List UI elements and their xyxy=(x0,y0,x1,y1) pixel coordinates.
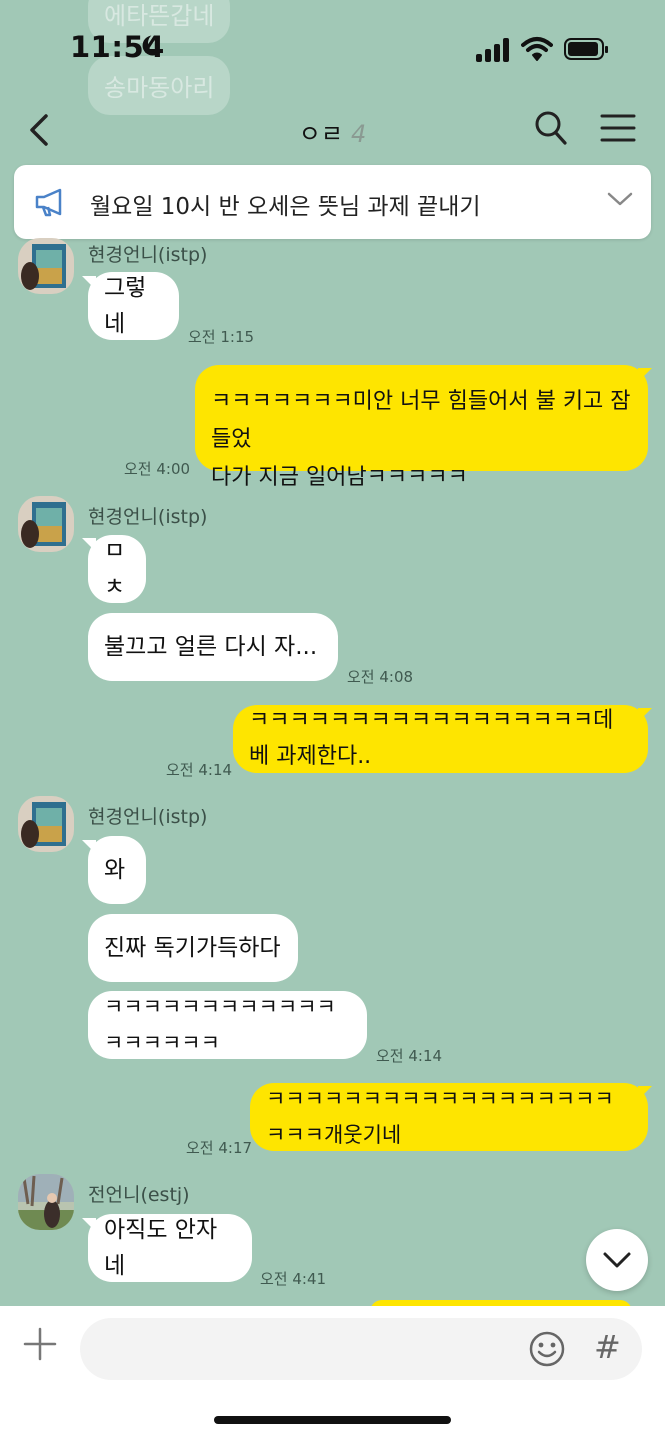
home-indicator xyxy=(214,1416,451,1424)
message-line: ㅋㅋㅋㅋㅋㅋㅋ미안 너무 힘들어서 불 키고 잠들었 xyxy=(211,389,631,452)
menu-icon[interactable] xyxy=(600,110,636,146)
sender-name: 전언니(estj) xyxy=(88,1184,190,1206)
scroll-to-bottom-button[interactable] xyxy=(586,1229,648,1291)
message-time: 오전 4:08 xyxy=(347,668,414,686)
hashtag-button[interactable]: # xyxy=(594,1328,621,1366)
sender-name: 현경언니(istp) xyxy=(88,244,208,266)
message-bubble[interactable]: 와 xyxy=(88,836,146,904)
message-input[interactable]: # xyxy=(80,1318,642,1380)
message-line: 다가 지금 일어남ㅋㅋㅋㅋㅋ xyxy=(211,465,468,490)
message-time: 오전 4:14 xyxy=(166,761,233,779)
status-bar: 11:54 xyxy=(0,0,665,100)
message-time: 오전 4:14 xyxy=(376,1047,443,1065)
emoji-icon[interactable] xyxy=(528,1330,566,1368)
message-time: 오전 4:41 xyxy=(260,1270,327,1288)
message-input-bar: # xyxy=(0,1306,665,1440)
my-message-bubble[interactable]: ㅋㅋㅋㅋㅋㅋㅋ미안 너무 힘들어서 불 키고 잠들었 다가 지금 일어남ㅋㅋㅋㅋ… xyxy=(195,365,648,490)
message-time: 오전 4:00 xyxy=(124,460,191,478)
message-time: 오전 1:15 xyxy=(188,328,255,346)
avatar[interactable] xyxy=(18,1174,74,1230)
battery-icon xyxy=(564,38,608,60)
notice-banner[interactable]: 월요일 10시 반 오세은 뜻님 과제 끝내기 xyxy=(14,165,651,239)
message-time: 오전 4:17 xyxy=(186,1139,253,1157)
my-message-bubble[interactable]: ㅋㅋㅋㅋㅋㅋㅋㅋㅋㅋㅋㅋㅋㅋㅋㅋㅋㅋㅋㅋㅋ개웃기네 xyxy=(250,1083,648,1151)
avatar[interactable] xyxy=(18,496,74,552)
chevron-down-icon xyxy=(603,1252,631,1268)
message-bubble[interactable]: 불끄고 얼른 다시 자... xyxy=(88,613,338,681)
sender-name: 현경언니(istp) xyxy=(88,806,208,828)
message-bubble[interactable]: 그렇네 xyxy=(88,272,179,340)
notice-text: 월요일 10시 반 오세은 뜻님 과제 끝내기 xyxy=(90,194,481,220)
search-icon[interactable] xyxy=(534,110,568,146)
message-bubble[interactable]: 진짜 독기가득하다 xyxy=(88,914,298,982)
cellular-signal-icon xyxy=(476,38,512,62)
sender-name: 현경언니(istp) xyxy=(88,506,208,528)
plus-icon[interactable] xyxy=(22,1326,58,1362)
chat-title-text: ㅇㄹ xyxy=(298,120,343,148)
megaphone-icon xyxy=(35,188,62,217)
avatar[interactable] xyxy=(18,796,74,852)
chat-header: ㅇㄹ 4 xyxy=(0,100,665,160)
member-count: 4 xyxy=(350,120,367,148)
message-bubble[interactable]: ㅁㅊ xyxy=(88,535,146,603)
message-bubble[interactable]: 아직도 안자네 xyxy=(88,1214,252,1282)
avatar[interactable] xyxy=(18,238,74,294)
my-message-bubble[interactable]: ㅋㅋㅋㅋㅋㅋㅋㅋㅋㅋㅋㅋㅋㅋㅋㅋㅋ데베 과제한다.. xyxy=(233,705,648,773)
wifi-icon xyxy=(521,37,553,61)
message-bubble[interactable]: ㅋㅋㅋㅋㅋㅋㅋㅋㅋㅋㅋㅋㅋㅋㅋㅋㅋㅋ xyxy=(88,991,367,1059)
chevron-down-icon[interactable] xyxy=(607,191,633,207)
